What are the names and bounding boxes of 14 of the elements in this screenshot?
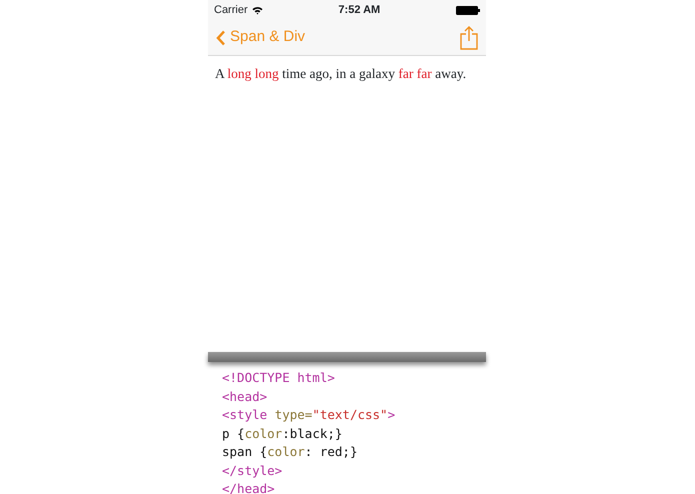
carrier-label: Carrier [214, 2, 248, 18]
clock-time: 7:52 AM [338, 2, 380, 18]
chevron-left-icon [216, 30, 226, 46]
code-line: <head> [222, 388, 268, 406]
code-line: <!DOCTYPE html> [222, 369, 336, 387]
code-line: </style> [222, 462, 284, 480]
battery-icon [456, 6, 480, 14]
preview-sentence: A long long time ago, in a galaxy far far away. [215, 65, 468, 83]
code-line: </head> [222, 480, 276, 494]
share-icon[interactable] [460, 26, 478, 50]
wifi-icon [252, 6, 263, 14]
code-line: <style type="text/css"> [222, 406, 396, 424]
code-line: span {color: red;} [222, 443, 358, 461]
code-line: p {color:black;} [222, 424, 344, 443]
